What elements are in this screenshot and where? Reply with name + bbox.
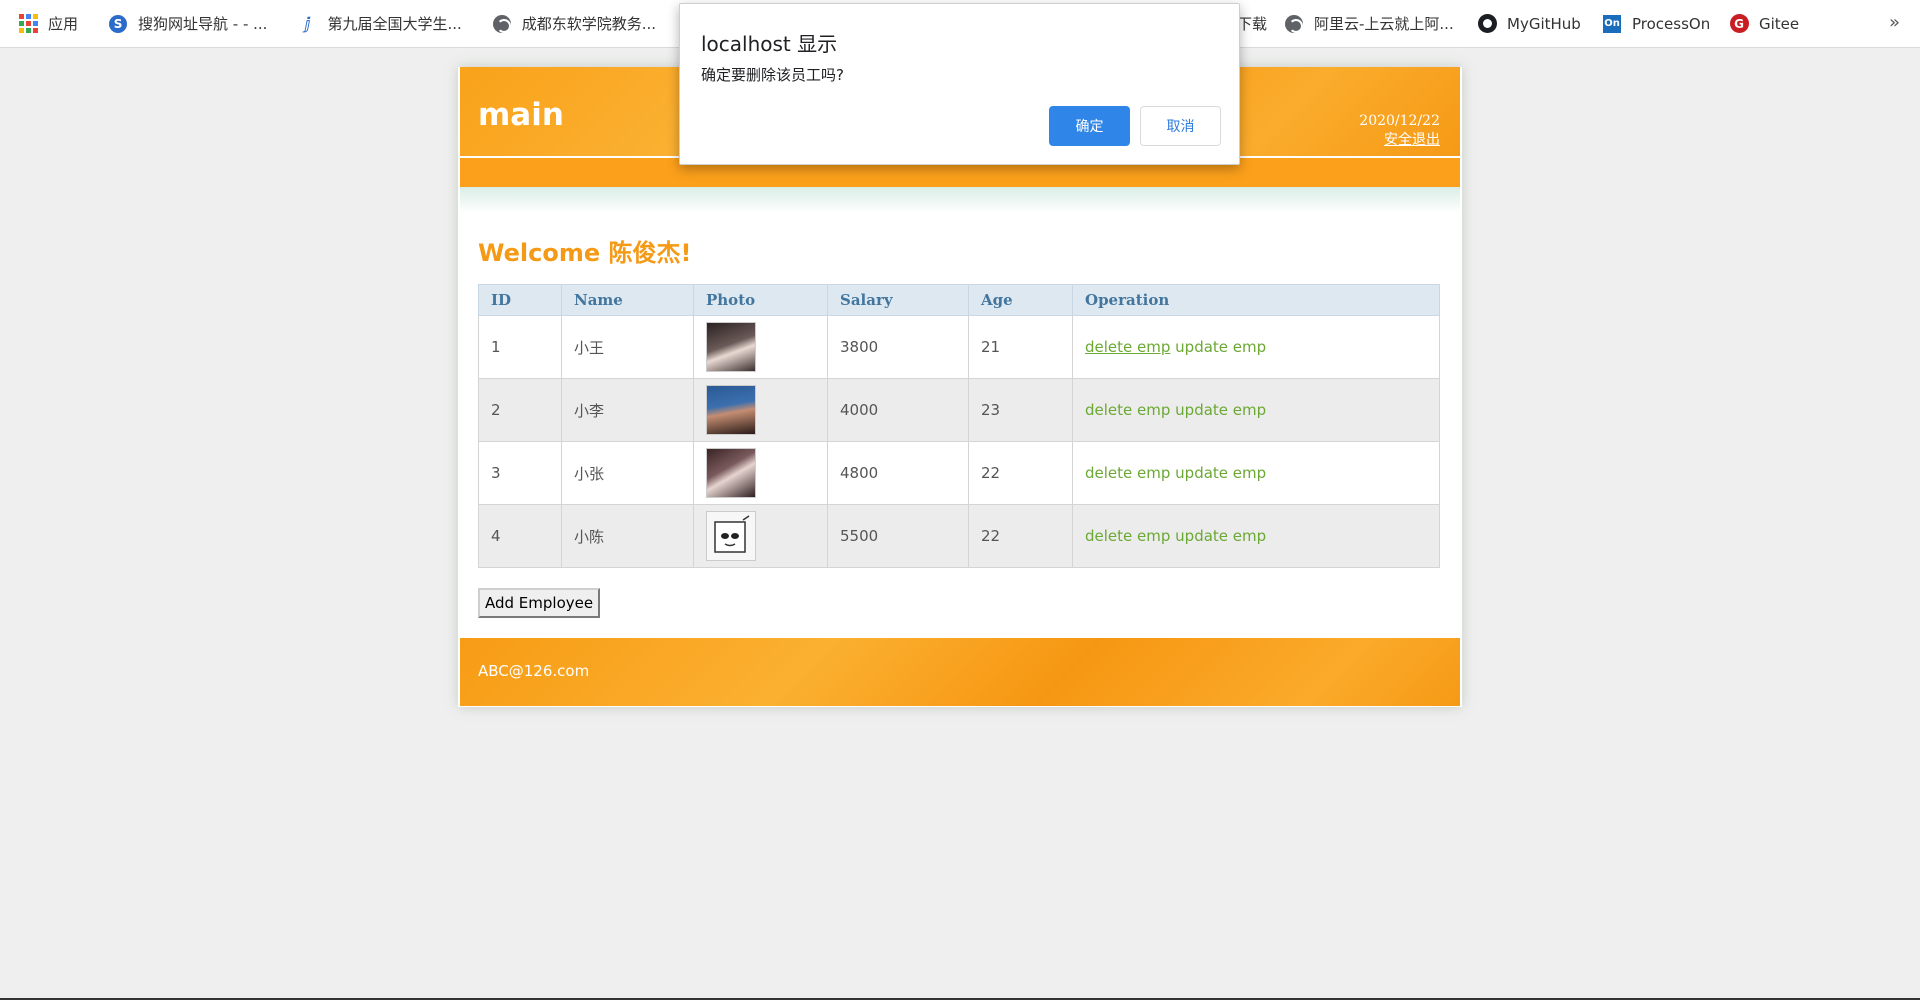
cell-name: 小王 [561,315,694,379]
column-header: Operation [1072,284,1440,316]
column-header: Age [968,284,1073,316]
bookmark-download[interactable]: 下载 [1237,13,1267,34]
table-row: 2 小李 4000 23 delete emp update emp [478,378,1440,442]
logout-link[interactable]: 安全退出 [1384,132,1440,148]
confirm-cancel-button[interactable]: 取消 [1140,106,1221,146]
bookmark-label: 搜狗网址导航 - - ... [138,15,268,33]
employee-photo [706,322,756,372]
delete-emp-link[interactable]: delete emp [1085,338,1170,356]
dialog-title: localhost 显示 [701,32,838,56]
confirm-dialog: localhost 显示 确定要删除该员工吗? 确定 取消 [679,3,1240,165]
cell-operation: delete emp update emp [1072,504,1440,568]
delete-emp-link[interactable]: delete emp [1085,464,1170,482]
page-footer: ABC@126.com [460,636,1460,706]
column-header: Name [561,284,694,316]
bookmark-neusoft[interactable]: 成都东软学院教务... [492,13,656,34]
processon-icon: On [1602,14,1622,34]
add-employee-button[interactable]: Add Employee [478,588,601,618]
bookmarks-more-button[interactable]: » [1889,12,1900,33]
cell-name: 小陈 [561,504,694,568]
apps-grid-icon [18,14,38,34]
globe-icon [492,14,512,34]
column-header: Salary [827,284,969,316]
cell-salary: 3800 [827,315,969,379]
nav-shade [460,187,1460,213]
cell-age: 23 [968,378,1073,442]
cell-photo [693,378,828,442]
cell-name: 小李 [561,378,694,442]
update-emp-link[interactable]: update emp [1175,527,1266,545]
ink-icon: ⅉ [304,14,311,33]
site-logo: main [478,97,564,133]
cell-photo [693,315,828,379]
cell-photo [693,504,828,568]
cell-salary: 4800 [827,441,969,505]
footer-email: ABC@126.com [478,662,590,680]
cell-id: 2 [478,378,562,442]
cell-operation: delete emp update emp [1072,441,1440,505]
bookmark-github[interactable]: MyGitHub [1477,14,1581,34]
sogou-icon: S [108,14,128,34]
bookmark-apps[interactable]: 应用 [18,13,78,34]
table-row: 4 小陈 5500 22 delete emp update emp [478,504,1440,568]
bookmark-contest[interactable]: ⅉ 第九届全国大学生... [297,13,462,34]
cell-name: 小张 [561,441,694,505]
bookmark-label: 第九届全国大学生... [327,15,462,33]
bookmark-label: MyGitHub [1507,14,1581,33]
cell-operation: delete emp update emp [1072,378,1440,442]
bookmark-aliyun[interactable]: 阿里云-上云就上阿... [1284,13,1454,34]
bookmark-processon[interactable]: On ProcessOn [1602,14,1710,34]
cell-operation: delete emp update emp [1072,315,1440,379]
bookmark-label: 应用 [48,15,79,33]
github-icon [1477,14,1497,34]
table-row: 3 小张 4800 22 delete emp update emp [478,441,1440,505]
confirm-ok-button[interactable]: 确定 [1049,106,1130,146]
column-header: Photo [693,284,828,316]
cell-age: 22 [968,441,1073,505]
bookmark-label: 下载 [1237,15,1268,33]
update-emp-link[interactable]: update emp [1175,464,1266,482]
welcome-heading: Welcome 陈俊杰! [478,239,692,267]
table-row: 1 小王 3800 21 delete emp update emp [478,315,1440,379]
employee-photo [706,385,756,435]
globe-icon [1284,14,1304,34]
update-emp-link[interactable]: update emp [1175,401,1266,419]
cell-age: 21 [968,315,1073,379]
cell-id: 3 [478,441,562,505]
cell-photo [693,441,828,505]
cell-salary: 4000 [827,378,969,442]
cell-id: 1 [478,315,562,379]
update-emp-link[interactable]: update emp [1175,338,1266,356]
delete-emp-link[interactable]: delete emp [1085,527,1170,545]
gitee-icon: G [1729,14,1749,34]
cell-salary: 5500 [827,504,969,568]
header-info: 2020/12/22 安全退出 [1359,112,1440,150]
dialog-message: 确定要删除该员工吗? [701,66,844,84]
column-header: ID [478,284,562,316]
employee-table: ID Name Photo Salary Age Operation 1 小王 … [478,284,1440,568]
bookmark-sogou[interactable]: S 搜狗网址导航 - - ... [108,13,267,34]
cell-age: 22 [968,504,1073,568]
table-header-row: ID Name Photo Salary Age Operation [478,284,1440,316]
bookmark-label: Gitee [1759,14,1800,33]
cell-id: 4 [478,504,562,568]
employee-photo [706,511,756,561]
employee-photo [706,448,756,498]
cartoon-avatar-icon [714,515,750,553]
delete-emp-link[interactable]: delete emp [1085,401,1170,419]
bookmark-label: 成都东软学院教务... [521,15,657,33]
bookmark-gitee[interactable]: G Gitee [1729,14,1799,34]
bookmark-label: 阿里云-上云就上阿... [1314,15,1454,33]
header-date: 2020/12/22 [1359,113,1440,129]
bookmark-label: ProcessOn [1632,14,1711,33]
